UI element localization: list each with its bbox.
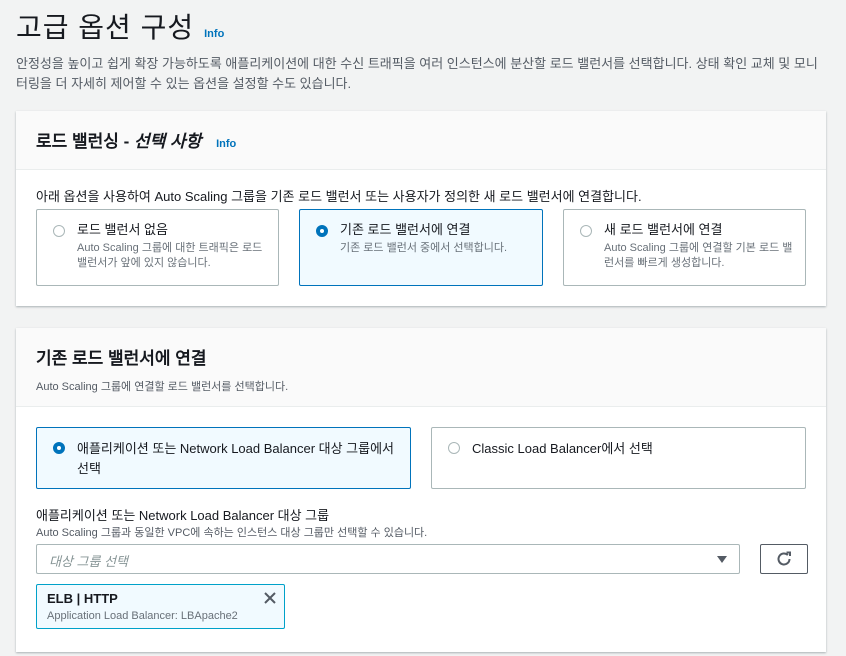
radio-classic-load-balancer[interactable]	[448, 442, 460, 454]
attach-existing-header: 기존 로드 밸런서에 연결 Auto Scaling 그룹에 연결할 로드 밸런…	[16, 328, 826, 407]
page-info-link[interactable]: Info	[204, 28, 224, 40]
page-description: 안정성을 높이고 쉽게 확장 가능하도록 애플리케이션에 대한 수신 트래픽을 …	[16, 56, 818, 91]
load-balancing-instruction: 아래 옵션을 사용하여 Auto Scaling 그룹을 기존 로드 밸런서 또…	[36, 189, 642, 204]
attach-existing-title: 기존 로드 밸런서에 연결	[36, 349, 207, 368]
attach-existing-panel: 기존 로드 밸런서에 연결 Auto Scaling 그룹에 연결할 로드 밸런…	[16, 328, 826, 652]
radio-attach-new[interactable]	[580, 225, 592, 237]
option-description: Auto Scaling 그룹에 대한 트래픽은 로드 밸런서가 앞에 있지 않…	[77, 242, 263, 269]
option-attach-existing[interactable]: 기존 로드 밸런서에 연결 기존 로드 밸런서 중에서 선택합니다.	[299, 209, 543, 286]
page-title: 고급 옵션 구성	[16, 12, 195, 43]
load-balancing-title: 로드 밸런싱 - 선택 사항	[36, 132, 206, 151]
target-group-placeholder: 대상 그룹 선택	[49, 554, 128, 569]
radio-target-group[interactable]	[53, 442, 65, 454]
radio-no-load-balancer[interactable]	[53, 225, 65, 237]
load-balancing-title-main: 로드 밸런싱 -	[36, 132, 135, 151]
choice-target-group[interactable]: 애플리케이션 또는 Network Load Balancer 대상 그룹에서 …	[36, 427, 411, 489]
token-title: ELB | HTTP	[47, 591, 118, 606]
option-description: 기존 로드 밸런서 중에서 선택합니다.	[340, 242, 508, 254]
option-label: 기존 로드 밸런서에 연결	[340, 222, 471, 237]
selected-target-group-token: ELB | HTTP Application Load Balancer: LB…	[36, 584, 285, 629]
choice-classic-load-balancer[interactable]: Classic Load Balancer에서 선택	[431, 427, 806, 489]
load-balancing-panel: 로드 밸런싱 - 선택 사항 Info 아래 옵션을 사용하여 Auto Sca…	[16, 111, 826, 306]
choice-label: Classic Load Balancer에서 선택	[472, 441, 653, 456]
target-group-select[interactable]: 대상 그룹 선택	[36, 544, 740, 574]
caret-down-icon	[717, 556, 727, 563]
token-subtitle: Application Load Balancer: LBApache2	[47, 610, 238, 622]
refresh-icon	[777, 551, 791, 566]
option-attach-new[interactable]: 새 로드 밸런서에 연결 Auto Scaling 그룹에 연결할 기본 로드 …	[563, 209, 806, 286]
refresh-button[interactable]	[760, 544, 808, 574]
target-group-description: Auto Scaling 그룹과 동일한 VPC에 속하는 인스턴스 대상 그룹…	[36, 527, 428, 539]
load-balancing-header: 로드 밸런싱 - 선택 사항 Info	[16, 111, 826, 170]
option-label: 로드 밸런서 없음	[77, 222, 168, 237]
target-group-label: 애플리케이션 또는 Network Load Balancer 대상 그룹	[36, 508, 330, 523]
load-balancing-title-optional: 선택 사항	[134, 132, 202, 151]
option-label: 새 로드 밸런서에 연결	[604, 222, 723, 237]
option-no-load-balancer[interactable]: 로드 밸런서 없음 Auto Scaling 그룹에 대한 트래픽은 로드 밸런…	[36, 209, 279, 286]
load-balancing-info-link[interactable]: Info	[216, 138, 236, 150]
radio-attach-existing[interactable]	[316, 225, 328, 237]
page-header: 고급 옵션 구성 Info	[16, 6, 224, 46]
choice-label: 애플리케이션 또는 Network Load Balancer 대상 그룹에서 …	[77, 441, 395, 476]
attach-existing-description: Auto Scaling 그룹에 연결할 로드 밸런서를 선택합니다.	[36, 381, 289, 393]
close-icon[interactable]	[262, 590, 278, 611]
option-description: Auto Scaling 그룹에 연결할 기본 로드 밸런서를 빠르게 생성합니…	[604, 242, 793, 269]
